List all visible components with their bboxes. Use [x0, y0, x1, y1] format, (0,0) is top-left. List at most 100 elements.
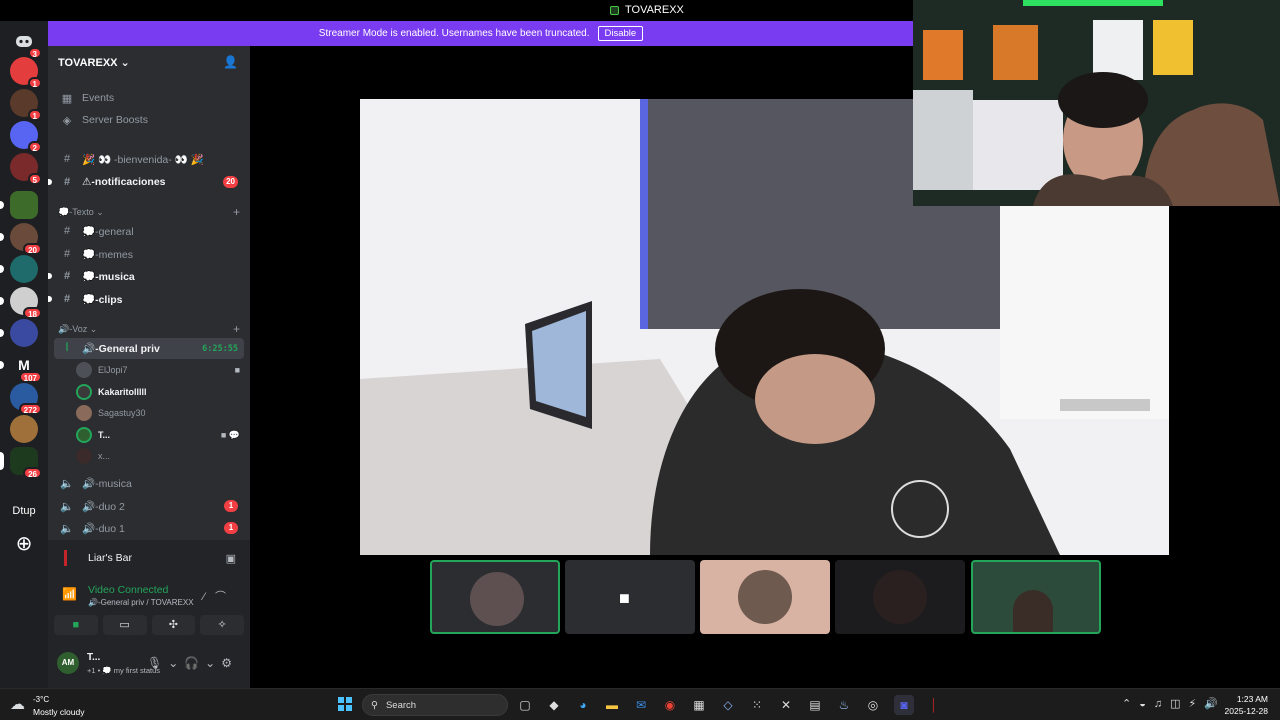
activity-launch-icon[interactable]: ▣: [226, 552, 236, 565]
unread-pill: [0, 297, 4, 305]
server-boosts-item[interactable]: ◈ Server Boosts: [54, 110, 244, 130]
server-badge: 18: [23, 307, 42, 319]
participant-tile[interactable]: [700, 560, 830, 634]
server-icon-1[interactable]: 1: [10, 57, 42, 89]
username: Kakaritolllll: [98, 387, 147, 397]
voice-channel-duo-1[interactable]: 🔈 🔊-duo 1 1: [54, 518, 244, 538]
unread-pill: [0, 329, 4, 337]
obs-icon[interactable]: ◎: [863, 695, 883, 715]
file-explorer-icon[interactable]: ▬: [602, 695, 622, 715]
server-header[interactable]: TOVAREXX ⌄ 👤: [48, 46, 250, 80]
banner-message: Streamer Mode is enabled. Usernames have…: [318, 28, 590, 39]
voice-channel-general-priv[interactable]: ⦚ 🔊-General priv 6:25:55: [54, 338, 244, 359]
server-icon-5[interactable]: [0, 191, 38, 219]
signal-icon[interactable]: 📶: [62, 587, 77, 601]
channel-clips[interactable]: # 💭-clips: [48, 289, 244, 309]
soundboard-button[interactable]: ✧: [200, 615, 244, 635]
store-icon[interactable]: ▦: [689, 695, 709, 715]
start-button[interactable]: [338, 697, 352, 711]
server-badge: 1: [27, 109, 42, 121]
category-voz[interactable]: 🔊-Voz ⌄ +: [58, 322, 244, 338]
cloud-icon: ☁: [10, 696, 25, 713]
server-label[interactable]: Dtup: [0, 505, 48, 517]
add-server-icon[interactable]: ⊕: [10, 531, 38, 559]
channel-musica[interactable]: # 💭-musica: [48, 266, 244, 286]
edge-icon[interactable]: ◕: [573, 695, 593, 715]
hash-icon: #: [63, 248, 71, 260]
connection-channel[interactable]: 🔊-General priv / TOVAREXX: [88, 598, 194, 607]
channel-label: 💭-clips: [82, 293, 123, 306]
channel-memes[interactable]: # 💭-memes: [54, 244, 244, 264]
voice-user[interactable]: Kakaritolllll: [76, 382, 244, 402]
clock[interactable]: 1:23 AM 2025-12-28: [1225, 693, 1268, 717]
participant-tile[interactable]: ■: [565, 560, 695, 634]
events-item[interactable]: ▦ Events: [54, 88, 244, 108]
add-channel-icon[interactable]: +: [233, 205, 240, 219]
channel-general[interactable]: # 💭-general: [54, 221, 244, 241]
task-view-icon[interactable]: ▢: [515, 695, 535, 715]
activity-bar[interactable]: Liar's Bar ▣: [54, 545, 244, 571]
server-icon-8[interactable]: 18: [0, 287, 42, 319]
voice-user[interactable]: T... ■ 💬: [76, 425, 244, 445]
notepad-icon[interactable]: ▤: [805, 695, 825, 715]
discord-camera-icon: ■: [619, 588, 630, 608]
server-icon-7[interactable]: [0, 255, 38, 283]
system-tray-icons[interactable]: ⌃◒♫◫⚡🔊: [1122, 697, 1226, 710]
channel-bienvenida[interactable]: # 🎉 👀 -bienvenida- 👀 🎉: [54, 149, 244, 169]
voice-channel-musica[interactable]: 🔈 🔊-musica: [54, 473, 244, 493]
weather-widget[interactable]: ☁ -3°C Mostly cloudy: [10, 692, 110, 718]
mic-headset-settings-icons[interactable]: 🎙⌄🎧⌄⚙: [147, 656, 238, 670]
participant-tile[interactable]: [430, 560, 560, 634]
voice-channel-duo-2[interactable]: 🔈 🔊-duo 2 1: [54, 496, 244, 516]
server-icon-3[interactable]: 2: [10, 121, 42, 153]
disable-button[interactable]: Disable: [597, 26, 644, 41]
server-icon-13[interactable]: 26: [0, 447, 42, 479]
window-title-text: TOVAREXX: [625, 4, 684, 16]
taskbar-search[interactable]: ⚲ Search: [362, 694, 508, 716]
server-icon-12[interactable]: [10, 415, 38, 443]
server-icon-4[interactable]: 5: [10, 153, 42, 185]
chrome-icon[interactable]: ◉: [660, 695, 680, 715]
participant-tile[interactable]: [835, 560, 965, 634]
unread-pill: [0, 361, 4, 369]
voice-user[interactable]: x...: [76, 446, 244, 466]
noise-disconnect-icons[interactable]: ⁄⌒: [203, 588, 236, 604]
copilot-icon[interactable]: ◆: [544, 695, 564, 715]
participant-tile-self[interactable]: [971, 560, 1101, 634]
invite-icon[interactable]: 👤: [223, 55, 238, 69]
server-badge: 5: [27, 173, 42, 185]
voice-user[interactable]: ElJopi7 ■: [76, 360, 244, 380]
unread-indicator: [48, 296, 52, 302]
server-icon-11[interactable]: 272: [10, 383, 42, 415]
discord-home-icon[interactable]: 3: [10, 27, 42, 59]
server-icon-10[interactable]: M 107: [0, 351, 42, 383]
voice-user[interactable]: Sagastuy30: [76, 403, 244, 423]
server-badge: 272: [18, 403, 42, 415]
camera-button[interactable]: ■: [54, 615, 98, 635]
window-title: TOVAREXX: [610, 4, 684, 16]
avatar: [76, 405, 92, 421]
unread-indicator: [48, 273, 52, 279]
steam-icon[interactable]: ♨: [834, 695, 854, 715]
grid-app-icon[interactable]: ⁙: [747, 695, 767, 715]
selected-pill: [0, 452, 4, 470]
server-icon-2[interactable]: 1: [10, 89, 42, 121]
app-icon-diamond[interactable]: ◇: [718, 695, 738, 715]
screenshare-button[interactable]: ▭: [102, 615, 147, 635]
outlook-icon[interactable]: ✉: [631, 695, 651, 715]
server-icon-6[interactable]: 20: [0, 223, 42, 255]
activity-button[interactable]: ✣: [151, 615, 196, 635]
category-texto[interactable]: 💭-Texto ⌄ +: [58, 205, 244, 221]
channel-notificaciones[interactable]: # ⚠-notificaciones 20: [48, 172, 244, 192]
channel-label: 🔊-duo 2: [82, 500, 125, 513]
category-label: 💭-Texto: [58, 207, 94, 217]
tools-icon[interactable]: ✕: [776, 695, 796, 715]
self-avatar[interactable]: AM: [57, 652, 79, 674]
add-channel-icon[interactable]: +: [233, 322, 240, 336]
camera-stream-icon: ■ 💬: [220, 429, 240, 440]
liars-bar-icon[interactable]: │: [924, 695, 944, 715]
connection-status: Video Connected: [88, 584, 169, 596]
server-icon-9[interactable]: [0, 319, 38, 347]
discord-taskbar-icon[interactable]: ◙: [894, 695, 914, 715]
avatar: [76, 427, 92, 443]
